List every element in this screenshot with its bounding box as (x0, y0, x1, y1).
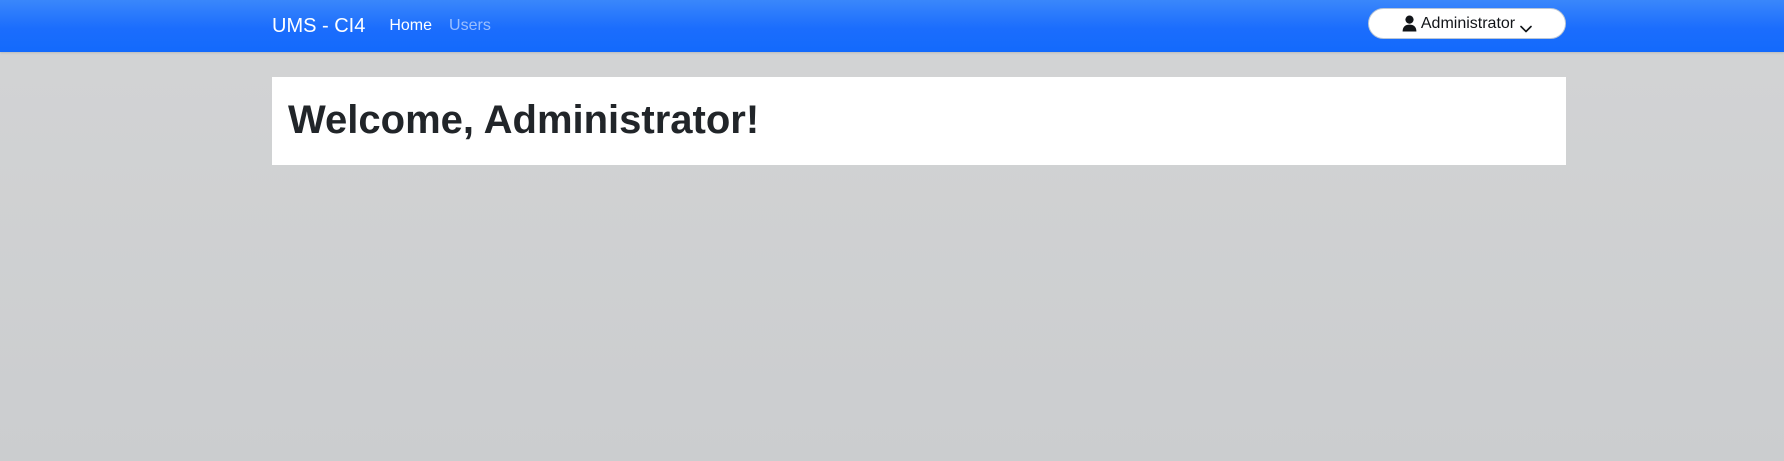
page-title: Welcome, Administrator! (288, 98, 760, 142)
user-menu-button[interactable]: Administrator (1368, 8, 1566, 39)
nav-link-users[interactable]: Users (449, 16, 491, 36)
welcome-card: Welcome, Administrator! (272, 77, 1566, 165)
nav-link-home[interactable]: Home (389, 16, 432, 36)
navbar-container: UMS - CI4 Home Users Administrator (272, 0, 1566, 52)
chevron-down-icon (1520, 20, 1532, 32)
brand-link[interactable]: UMS - CI4 (272, 14, 365, 38)
user-menu-label: Administrator (1420, 14, 1516, 32)
user-icon (1402, 15, 1417, 32)
main-nav: Home Users (389, 16, 507, 36)
top-navbar: UMS - CI4 Home Users Administrator (0, 0, 1784, 52)
